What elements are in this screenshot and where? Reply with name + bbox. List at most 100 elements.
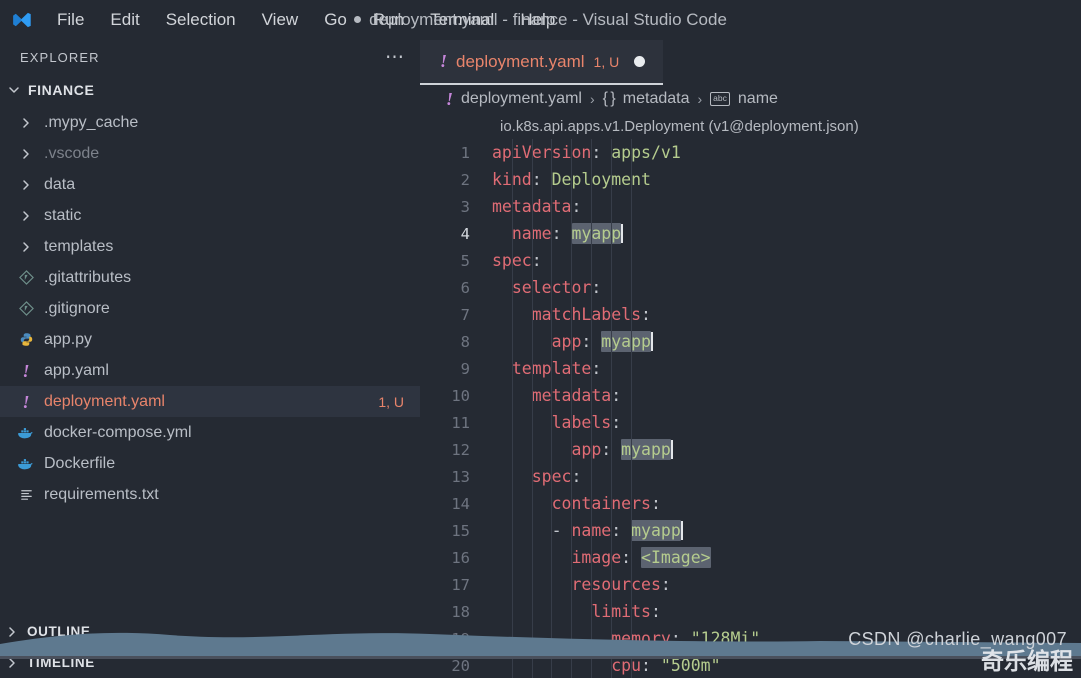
git-icon [14, 270, 38, 285]
menu-selection[interactable]: Selection [153, 8, 249, 32]
line-number: 12 [451, 440, 470, 459]
code-line[interactable]: 17 resources: [420, 571, 1081, 598]
file-tree-item-static[interactable]: static [0, 200, 420, 231]
breadcrumb-symbol[interactable]: name [738, 90, 778, 108]
braces-icon: { } [602, 90, 616, 107]
code-line[interactable]: 16 image: <Image> [420, 544, 1081, 571]
file-tree-item-label: .gitignore [44, 299, 110, 317]
breadcrumb-object[interactable]: metadata [623, 90, 690, 108]
code-line-text: selector: [512, 278, 602, 297]
indent-guide [610, 139, 612, 678]
code-line-text: apiVersion: apps/v1 [492, 143, 681, 162]
file-tree-item-gitignore[interactable]: .gitignore [0, 293, 420, 324]
tab-deployment-yaml[interactable]: ! deployment.yaml 1, U [420, 40, 664, 85]
code-line-text: resources: [571, 575, 671, 594]
file-tree-item-templates[interactable]: templates [0, 231, 420, 262]
tab-problem-badge: 1, U [593, 53, 620, 70]
menu-terminal[interactable]: Terminal [417, 8, 507, 32]
python-icon [14, 332, 38, 347]
code-editor[interactable]: 1 apiVersion: apps/v1 2 kind: Deployment 3 me… [420, 139, 1081, 678]
schema-type-info: io.k8s.api.apps.v1.Deployment (v1@deploy… [500, 117, 859, 135]
code-line[interactable]: 7 matchLabels: [420, 301, 1081, 328]
editor-group: ! deployment.yaml 1, U ! deployment.yaml… [420, 40, 1081, 678]
code-line[interactable]: 15 - name: myapp [420, 517, 1081, 544]
code-line[interactable]: 2 kind: Deployment [420, 166, 1081, 193]
file-tree-item-label: data [44, 175, 76, 193]
tab-label: deployment.yaml [456, 51, 585, 71]
vscode-logo-icon[interactable] [0, 9, 44, 31]
menu-help[interactable]: Help [507, 8, 568, 32]
file-tree-item-data[interactable]: data [0, 169, 420, 200]
code-line-text: spec: [492, 251, 542, 270]
menu-file[interactable]: File [44, 8, 97, 32]
docker-icon [14, 457, 38, 471]
explorer-title: EXPLORER [20, 50, 100, 65]
file-tree-item-docker-compose-yml[interactable]: docker-compose.yml [0, 417, 420, 448]
code-line-text: - name: myapp [551, 520, 683, 541]
workspace-folder-finance[interactable]: FINANCE [0, 75, 420, 105]
line-number: 5 [460, 251, 470, 270]
file-tree-item-gitattributes[interactable]: .gitattributes [0, 262, 420, 293]
panel-timeline[interactable]: TIMELINE [0, 647, 420, 678]
breadcrumb-file[interactable]: deployment.yaml [461, 90, 582, 108]
line-number: 15 [451, 521, 470, 540]
menu-view[interactable]: View [249, 8, 312, 32]
code-line[interactable]: 18 limits: [420, 598, 1081, 625]
menu-run[interactable]: Run [360, 8, 417, 32]
line-number: 13 [451, 467, 470, 486]
panel-outline-label: OUTLINE [27, 624, 91, 639]
file-tree-item-label: app.yaml [44, 361, 109, 379]
file-tree-item-mypy-cache[interactable]: .mypy_cache [0, 107, 420, 138]
line-number: 11 [451, 413, 470, 432]
file-tree-item-requirements-txt[interactable]: requirements.txt [0, 479, 420, 510]
file-tree-item-label: Dockerfile [44, 454, 116, 472]
sidebar-panels: OUTLINE TIMELINE [0, 616, 420, 678]
file-tree-item-label: static [44, 206, 82, 224]
code-line[interactable]: 10 metadata: [420, 382, 1081, 409]
indent-guide [551, 139, 553, 678]
file-tree-item-label: app.py [44, 330, 93, 348]
panel-outline[interactable]: OUTLINE [0, 616, 420, 647]
file-tree-item-app-yaml[interactable]: ! app.yaml [0, 355, 420, 386]
menu-edit[interactable]: Edit [97, 8, 152, 32]
menu-go[interactable]: Go [311, 8, 360, 32]
code-line[interactable]: 1 apiVersion: apps/v1 [420, 139, 1081, 166]
code-line[interactable]: 13 spec: [420, 463, 1081, 490]
code-line-text: spec: [532, 467, 582, 486]
code-line[interactable]: 8 app: myapp [420, 328, 1081, 355]
docker-icon [14, 426, 38, 440]
code-line-text: metadata: [492, 197, 582, 216]
code-line[interactable]: 6 selector: [420, 274, 1081, 301]
file-tree-item-vscode[interactable]: .vscode [0, 138, 420, 169]
file-tree-item-app-py[interactable]: app.py [0, 324, 420, 355]
line-number: 2 [460, 170, 470, 189]
horizontal-scrollbar[interactable] [420, 643, 1081, 656]
code-line[interactable]: 5 spec: [420, 247, 1081, 274]
code-line[interactable]: 11 labels: [420, 409, 1081, 436]
file-tree-item-label: .vscode [44, 144, 100, 162]
line-number: 9 [460, 359, 470, 378]
code-line[interactable]: 4 name: myapp [420, 220, 1081, 247]
explorer-header: EXPLORER ⋯ [0, 40, 420, 75]
code-line-text: limits: [591, 602, 661, 621]
chevron-right-icon [14, 210, 38, 222]
code-line-text: app: myapp [551, 331, 653, 352]
vscode-window: File Edit Selection View Go Run Terminal… [0, 0, 1081, 678]
ellipsis-icon[interactable]: ⋯ [385, 48, 406, 67]
code-line[interactable]: 14 containers: [420, 490, 1081, 517]
code-line-text: containers: [551, 494, 661, 513]
code-line[interactable]: 12 app: myapp [420, 436, 1081, 463]
code-line[interactable]: 9 template: [420, 355, 1081, 382]
file-tree-item-deployment-yaml[interactable]: ! deployment.yaml 1, U [0, 386, 420, 417]
line-number: 10 [451, 386, 470, 405]
indent-guide [571, 139, 573, 678]
indent-guide [531, 139, 533, 678]
code-line-text: template: [512, 359, 602, 378]
dirty-dot-icon[interactable] [634, 56, 646, 67]
line-number: 7 [460, 305, 470, 324]
code-line[interactable]: 3 metadata: [420, 193, 1081, 220]
scrollbar-thumb[interactable] [420, 643, 1081, 656]
file-tree-item-dockerfile[interactable]: Dockerfile [0, 448, 420, 479]
workspace-folder-label: FINANCE [28, 82, 95, 98]
file-tree-item-label: .gitattributes [44, 268, 132, 286]
